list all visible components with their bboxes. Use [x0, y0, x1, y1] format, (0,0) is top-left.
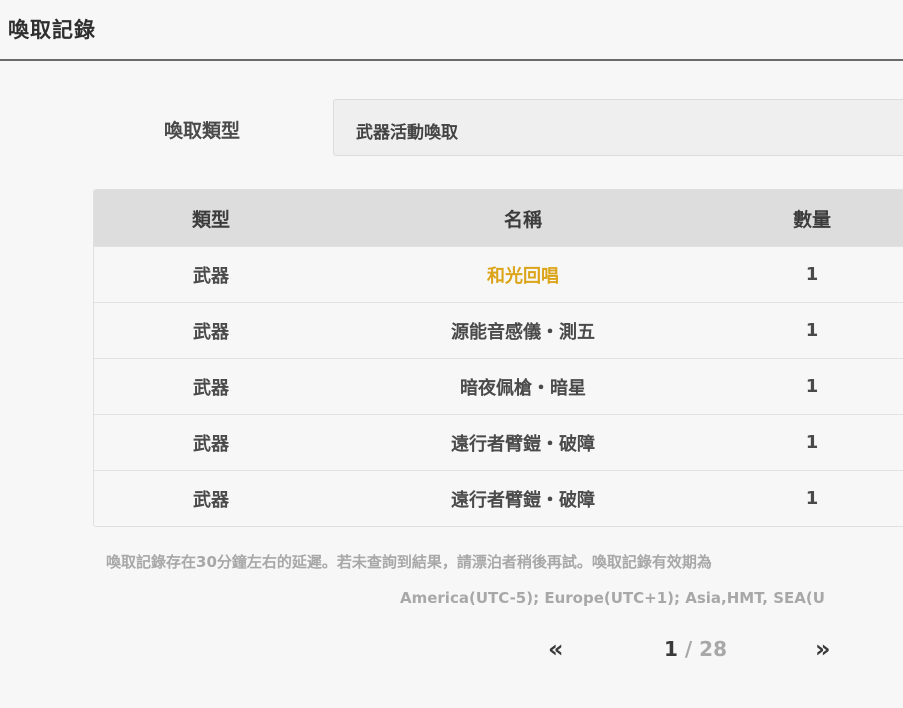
filter-label: 喚取類型 — [164, 120, 241, 142]
table-row: 武器 暗夜佩槍・暗星 1 — [94, 358, 903, 414]
table-row: 武器 源能音感儀・測五 1 — [94, 302, 903, 358]
page-title: 喚取記錄 — [8, 18, 96, 42]
row-type: 武器 — [193, 321, 229, 343]
row-type: 武器 — [193, 265, 229, 287]
column-header-type: 類型 — [191, 208, 230, 231]
current-page: 1 — [664, 637, 678, 661]
next-page-icon[interactable]: » — [815, 634, 831, 664]
row-quantity: 1 — [805, 432, 819, 453]
column-header-quantity: 數量 — [792, 208, 831, 231]
pull-type-select[interactable]: 武器活動喚取 — [333, 99, 903, 156]
row-quantity: 1 — [805, 320, 819, 341]
table-row: 武器 和光回唱 1 — [94, 246, 903, 302]
table-header: 類型 名稱 數量 — [94, 190, 903, 246]
row-quantity: 1 — [805, 488, 819, 509]
timezone-notice: America(UTC-5); Europe(UTC+1); Asia,HMT,… — [400, 589, 825, 607]
table-row: 武器 遠行者臂鎧・破障 1 — [94, 470, 903, 526]
previous-page-icon[interactable]: « — [548, 634, 564, 664]
total-pages: 28 — [699, 637, 727, 661]
delay-notice: 喚取記錄存在30分鐘左右的延遲。若未查詢到結果，請漂泊者稍後再試。喚取記錄有效期… — [106, 553, 712, 571]
row-name: 遠行者臂鎧・破障 — [451, 489, 595, 511]
pull-type-selected-value: 武器活動喚取 — [356, 123, 458, 143]
row-type: 武器 — [193, 377, 229, 399]
table-row: 武器 遠行者臂鎧・破障 1 — [94, 414, 903, 470]
column-header-name: 名稱 — [503, 208, 542, 231]
row-name: 源能音感儀・測五 — [451, 321, 595, 343]
row-type: 武器 — [193, 433, 229, 455]
page-separator: / — [677, 637, 700, 661]
page-indicator: 1 / 28 — [664, 636, 727, 662]
page-header: 喚取記錄 — [0, 0, 903, 61]
pull-history-table: 類型 名稱 數量 武器 和光回唱 1 武器 源能音感儀・測五 1 武器 暗夜佩槍… — [93, 189, 903, 527]
row-name: 暗夜佩槍・暗星 — [460, 377, 586, 399]
row-quantity: 1 — [805, 376, 819, 397]
row-type: 武器 — [193, 489, 229, 511]
row-quantity: 1 — [805, 264, 819, 285]
row-name: 遠行者臂鎧・破障 — [451, 433, 595, 455]
row-name: 和光回唱 — [487, 265, 559, 287]
